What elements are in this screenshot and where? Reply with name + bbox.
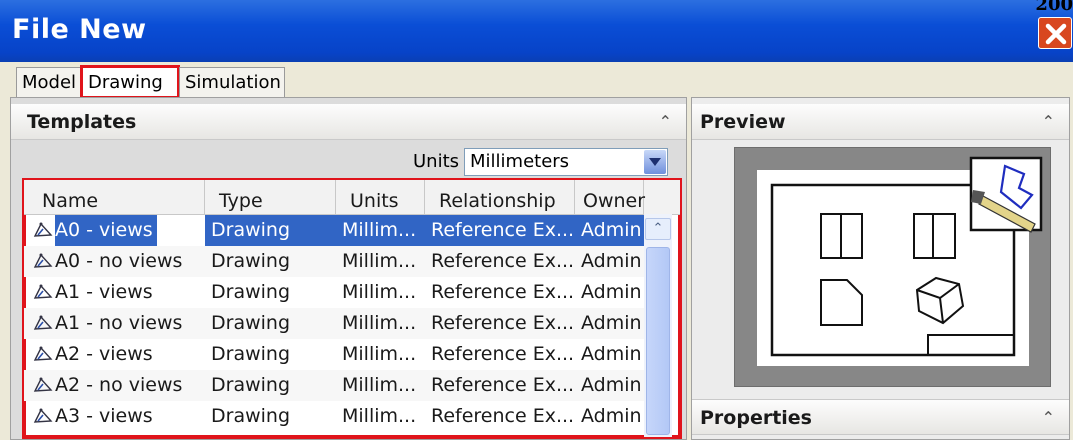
row-relationship: Reference Ex...	[431, 312, 575, 334]
row-name: A0 - no views	[55, 250, 183, 272]
preview-image	[734, 147, 1051, 387]
table-row[interactable]: A2 - no views Drawing Millim... Referenc…	[24, 370, 644, 401]
row-type: Drawing	[211, 374, 291, 396]
drawing-template-icon	[33, 253, 53, 268]
row-units: Millim...	[342, 312, 417, 334]
drawing-template-icon	[33, 284, 53, 299]
dropdown-button[interactable]	[644, 150, 666, 174]
row-units: Millim...	[342, 281, 417, 303]
row-type: Drawing	[211, 343, 291, 365]
drawing-template-icon	[33, 346, 53, 361]
table-row[interactable]: A0 - no views Drawing Millim... Referenc…	[24, 246, 644, 277]
close-button[interactable]	[1038, 17, 1072, 49]
templates-title: Templates	[27, 111, 137, 133]
row-name: A3 - views	[55, 405, 153, 427]
drawing-preview-graphic	[757, 156, 1043, 366]
tab-drawing[interactable]: Drawing	[80, 65, 180, 99]
column-header-name[interactable]: Name	[28, 180, 205, 214]
title-bar: File New 200	[0, 0, 1073, 62]
table-row[interactable]: A2 - views Drawing Millim... Reference E…	[24, 339, 644, 370]
chevron-up-icon[interactable]: ⌃	[1042, 104, 1055, 140]
chevron-up-icon[interactable]: ⌃	[659, 104, 672, 140]
units-select-value: Millimeters	[470, 151, 570, 172]
row-units: Millim...	[342, 374, 417, 396]
row-relationship: Reference Ex...	[425, 215, 575, 246]
chevron-up-icon[interactable]: ⌃	[1042, 400, 1055, 436]
drawing-template-icon	[33, 222, 53, 237]
window-title: File New	[12, 14, 147, 45]
vertical-scrollbar[interactable]: ⌃	[644, 214, 672, 437]
table-row[interactable]: A0 - views Drawing Millim... Reference E…	[24, 215, 644, 246]
units-label: Units	[413, 151, 460, 172]
chevron-down-icon	[649, 158, 661, 166]
corner-number: 200	[1035, 0, 1073, 15]
row-type: Drawing	[211, 250, 291, 272]
drawing-template-icon	[33, 408, 53, 423]
row-units: Millim...	[342, 250, 417, 272]
row-relationship: Reference Ex...	[431, 281, 575, 303]
table-row[interactable]: A3 - views Drawing Millim... Reference E…	[24, 401, 644, 432]
row-units: Millim...	[336, 215, 425, 246]
preview-title: Preview	[700, 111, 786, 133]
row-owner: Admin	[581, 312, 642, 334]
column-header-relationship[interactable]: Relationship	[425, 180, 575, 214]
row-owner: Admin	[575, 215, 644, 246]
table-row[interactable]: A1 - no views Drawing Millim... Referenc…	[24, 308, 644, 339]
properties-header[interactable]: Properties ⌃	[692, 399, 1069, 435]
row-relationship: Reference Ex...	[431, 250, 575, 272]
row-owner: Admin	[581, 343, 642, 365]
scroll-thumb[interactable]	[646, 247, 670, 435]
units-select[interactable]: Millimeters	[464, 148, 668, 176]
row-name: A2 - no views	[55, 374, 183, 396]
row-type: Drawing	[211, 312, 291, 334]
row-name: A1 - views	[55, 281, 153, 303]
templates-grid: Name Type Units Relationship Owner A0 - …	[22, 178, 682, 439]
row-name: A1 - no views	[55, 312, 183, 334]
close-icon	[1045, 23, 1067, 45]
column-header-units[interactable]: Units	[336, 180, 425, 214]
row-units: Millim...	[342, 343, 417, 365]
row-type: Drawing	[211, 405, 291, 427]
drawing-template-icon	[33, 315, 53, 330]
templates-header[interactable]: Templates ⌃	[11, 104, 686, 140]
column-header-type[interactable]: Type	[205, 180, 336, 214]
row-owner: Admin	[581, 374, 642, 396]
preview-header[interactable]: Preview ⌃	[692, 104, 1069, 140]
row-relationship: Reference Ex...	[431, 343, 575, 365]
row-type: Drawing	[205, 215, 336, 246]
drawing-template-icon	[33, 377, 53, 392]
row-name: A2 - views	[55, 343, 153, 365]
tab-model[interactable]: Model	[16, 67, 82, 97]
tab-simulation[interactable]: Simulation	[179, 67, 285, 97]
grid-header: Name Type Units Relationship Owner	[24, 180, 680, 215]
row-owner: Admin	[581, 281, 642, 303]
row-units: Millim...	[342, 405, 417, 427]
row-name: A0 - views	[55, 215, 157, 246]
scroll-up-button[interactable]: ⌃	[645, 218, 671, 240]
row-owner: Admin	[581, 405, 642, 427]
table-row[interactable]: A1 - views Drawing Millim... Reference E…	[24, 277, 644, 308]
row-type: Drawing	[211, 281, 291, 303]
column-header-owner[interactable]: Owner	[575, 180, 645, 214]
row-owner: Admin	[581, 250, 642, 272]
properties-title: Properties	[700, 407, 812, 429]
row-relationship: Reference Ex...	[431, 374, 575, 396]
row-relationship: Reference Ex...	[431, 405, 575, 427]
